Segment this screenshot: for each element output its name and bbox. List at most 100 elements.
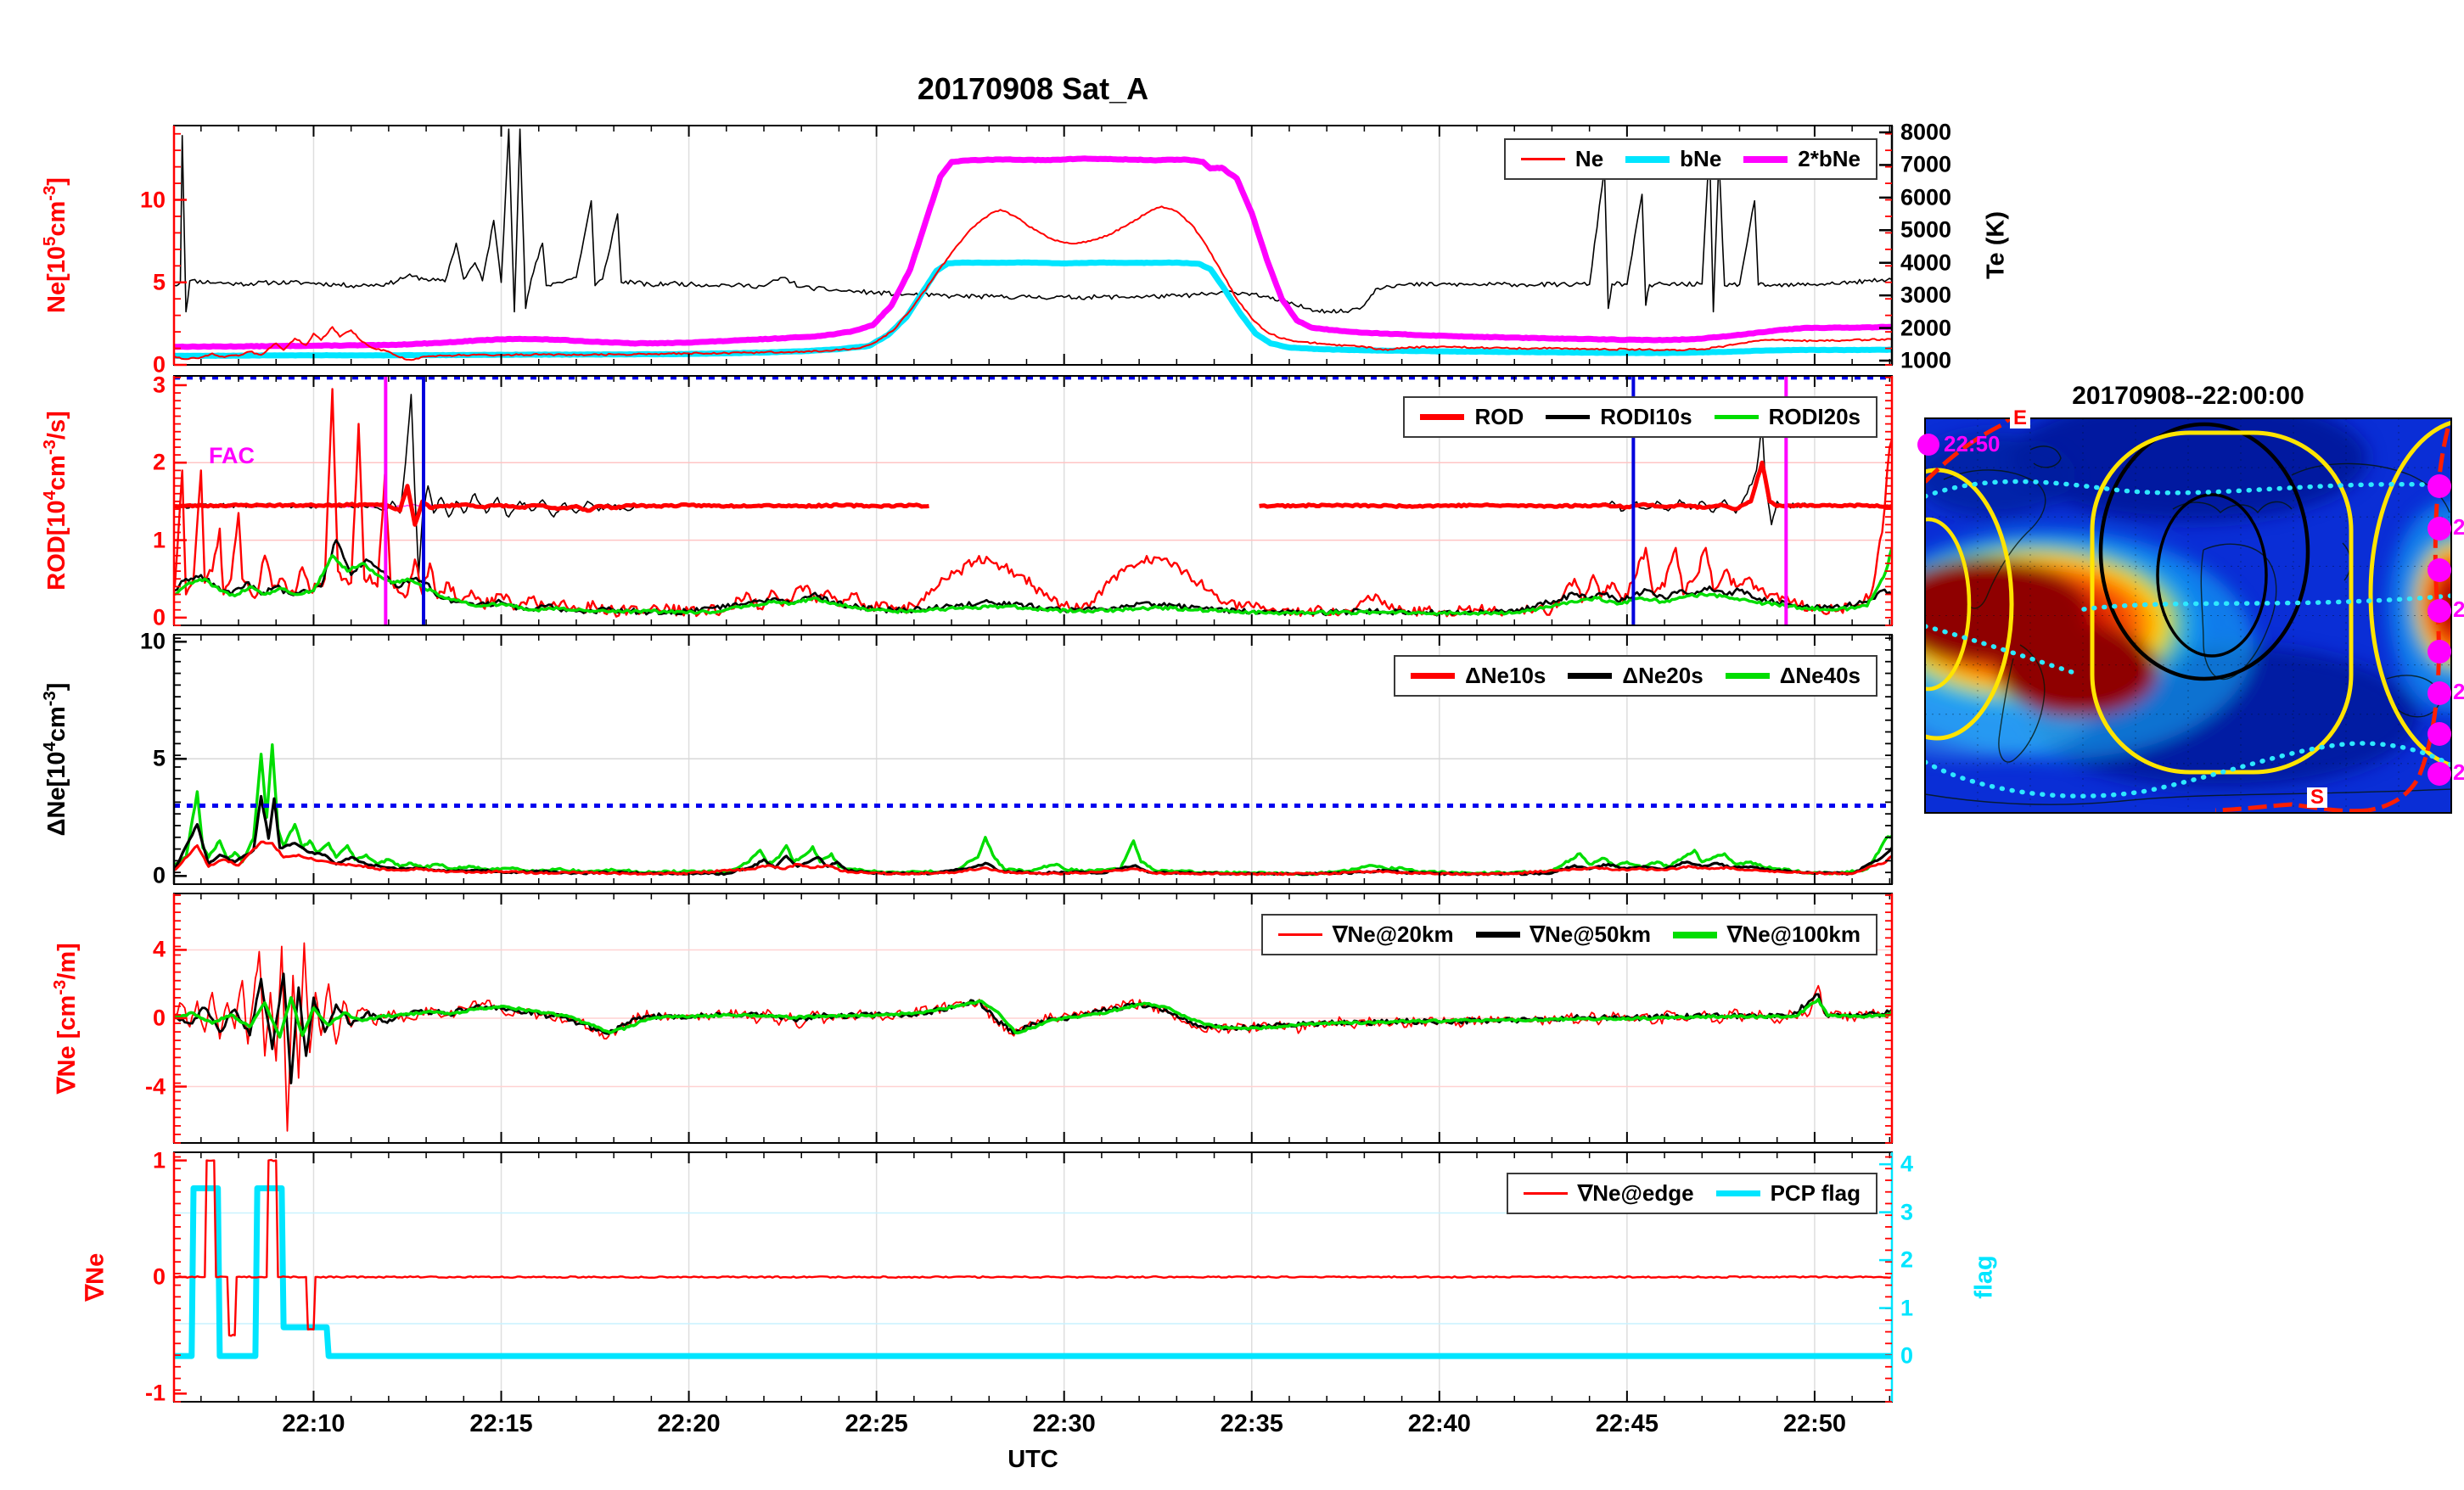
x-axis-label: UTC <box>1007 1446 1058 1473</box>
legend-line-sample <box>1475 932 1520 938</box>
legend-ne_te: Ne bNe 2*bNe <box>1503 138 1877 180</box>
series-∇Ne@100km <box>174 996 1892 1039</box>
track-dot <box>2428 558 2451 582</box>
map-east-label: E <box>2010 408 2031 429</box>
xtick: 22:45 <box>1595 1410 1659 1437</box>
track-time-label-partial: 2 <box>2453 679 2464 704</box>
ytick-dne: 10 <box>139 628 166 654</box>
legend-label: Ne <box>1574 146 1604 171</box>
y2tick-ne_te: 8000 <box>1900 119 1952 145</box>
legend-line-sample <box>1411 673 1456 679</box>
legend-line-sample <box>1725 673 1770 679</box>
y2tick-edge_pcp: 1 <box>1900 1295 1914 1321</box>
legend-line-sample <box>1420 414 1465 420</box>
ytick-rod: 0 <box>152 604 166 630</box>
legend-dne: ΔNe10s ΔNe20s ΔNe40s <box>1394 655 1877 697</box>
track-dot <box>2428 474 2451 498</box>
xtick: 22:40 <box>1407 1410 1471 1437</box>
legend-label: RODI10s <box>1600 404 1692 429</box>
legend-label: bNe <box>1680 146 1722 171</box>
track-time-label-partial: 2 <box>2453 597 2464 622</box>
track-dot <box>2428 517 2451 541</box>
ytick-dne: 0 <box>152 862 166 888</box>
legend-label: PCP flag <box>1770 1180 1861 1206</box>
series-2*bNe <box>174 155 1892 350</box>
fac-annotation: FAC <box>209 443 255 468</box>
xtick: 22:50 <box>1782 1410 1847 1437</box>
legend-line-sample <box>1714 415 1759 419</box>
y2tick-ne_te: 5000 <box>1900 216 1952 243</box>
y2tick-edge_pcp: 0 <box>1900 1342 1914 1369</box>
series-∇Ne@20km <box>174 942 1892 1132</box>
track-time-label-partial: 2 <box>2453 514 2464 540</box>
legend-label: 2*bNe <box>1798 146 1861 171</box>
ylabel-gradne: ∇Ne [cm-3/m] <box>51 943 81 1094</box>
legend-line-sample <box>1715 1190 1760 1196</box>
legend-label: ΔNe40s <box>1779 663 1861 688</box>
legend-entry: ΔNe20s <box>1568 663 1703 689</box>
y2tick-ne_te: 2000 <box>1900 315 1952 341</box>
legend-entry: ROD <box>1420 404 1524 430</box>
y2tick-edge_pcp: 2 <box>1900 1246 1914 1273</box>
xtick: 22:15 <box>469 1410 533 1437</box>
track-dot <box>2428 722 2451 746</box>
legend-entry: bNe <box>1625 146 1721 172</box>
legend-line-sample <box>1673 931 1718 938</box>
ytick-ne_te: 10 <box>139 187 166 213</box>
series-ΔNe20s <box>174 794 1892 877</box>
ylabel-edge_pcp: ∇Ne <box>81 1252 109 1302</box>
legend-entry: ∇Ne@100km <box>1673 921 1861 948</box>
ytick-edge_pcp: -1 <box>144 1380 166 1406</box>
legend-label: ∇Ne@edge <box>1577 1180 1694 1206</box>
xtick: 22:25 <box>845 1410 908 1437</box>
legend-line-sample <box>1625 155 1670 163</box>
y2tick-ne_te: 3000 <box>1900 282 1952 308</box>
ytick-gradne: 4 <box>152 936 166 962</box>
track-dot <box>2428 599 2451 623</box>
legend-entry: ΔNe10s <box>1411 663 1546 689</box>
legend-entry: ∇Ne@edge <box>1523 1180 1694 1207</box>
legend-entry: ∇Ne@50km <box>1475 921 1652 948</box>
ytick-dne: 5 <box>152 745 166 771</box>
legend-entry: RODI20s <box>1714 404 1861 430</box>
legend-gradne: ∇Ne@20km ∇Ne@50km ∇Ne@100km <box>1261 914 1877 955</box>
y2tick-ne_te: 7000 <box>1900 151 1952 177</box>
y2tick-edge_pcp: 4 <box>1900 1151 1914 1177</box>
legend-label: ROD <box>1474 404 1524 429</box>
ytick-rod: 3 <box>152 372 166 398</box>
ytick-rod: 2 <box>152 449 166 475</box>
y2tick-edge_pcp: 3 <box>1900 1199 1914 1225</box>
xtick: 22:30 <box>1032 1410 1096 1437</box>
legend-entry: ΔNe40s <box>1725 663 1861 689</box>
ytick-edge_pcp: 0 <box>152 1263 166 1290</box>
map-south-label: S <box>2307 787 2328 808</box>
legend-label: RODI20s <box>1768 404 1861 429</box>
legend-entry: RODI10s <box>1546 404 1692 430</box>
track-dot <box>2428 681 2451 705</box>
legend-entry: 2*bNe <box>1743 146 1861 172</box>
map-image <box>1925 418 2451 813</box>
legend-label: ∇Ne@50km <box>1529 921 1652 947</box>
ytick-rod: 1 <box>152 527 166 553</box>
y2tick-ne_te: 1000 <box>1900 347 1952 373</box>
xtick: 22:10 <box>282 1410 345 1437</box>
y2label-ne_te: Te (K) <box>1982 210 2010 280</box>
y2tick-ne_te: 6000 <box>1900 184 1952 210</box>
legend-line-sample <box>1523 1192 1568 1195</box>
track-dot <box>1917 434 1939 456</box>
legend-line-sample <box>1546 415 1591 419</box>
legend-line-sample <box>1520 158 1565 160</box>
track-dot <box>2428 640 2451 664</box>
legend-label: ΔNe20s <box>1622 663 1703 688</box>
ytick-gradne: 0 <box>152 1005 166 1031</box>
plot-canvas <box>0 0 2464 1490</box>
xtick: 22:35 <box>1220 1410 1283 1437</box>
ytick-ne_te: 5 <box>152 269 166 295</box>
legend-rod: ROD RODI10s RODI20s <box>1403 396 1877 438</box>
ytick-gradne: -4 <box>144 1073 166 1100</box>
y2tick-ne_te: 4000 <box>1900 249 1952 276</box>
track-dot <box>2428 762 2451 786</box>
legend-line-sample <box>1568 673 1613 679</box>
series-ΔNe40s <box>174 743 1892 877</box>
ylabel-dne: ΔNe[104cm-3] <box>41 682 70 837</box>
